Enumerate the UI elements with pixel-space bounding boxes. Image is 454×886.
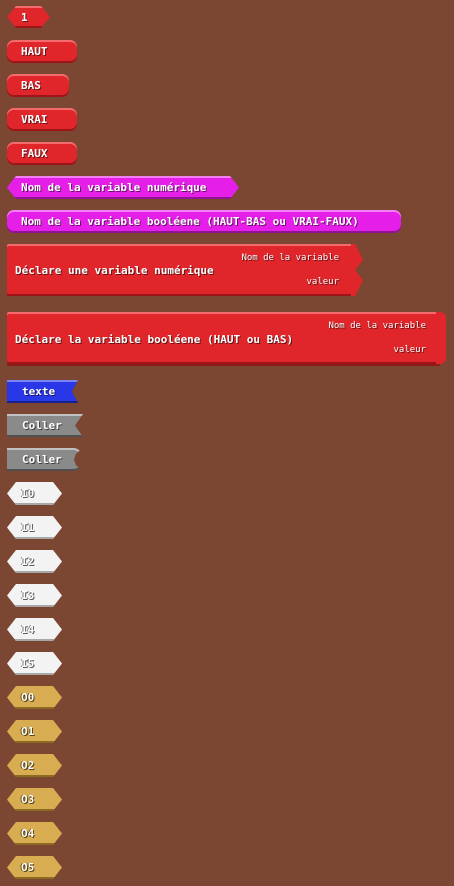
number-one-block[interactable]: 1 xyxy=(7,6,50,28)
faux-block[interactable]: FAUX xyxy=(7,142,77,165)
paste-block[interactable]: Coller xyxy=(7,448,83,471)
bas-block[interactable]: BAS xyxy=(7,74,69,97)
block-label: I1 xyxy=(21,521,35,534)
input-block[interactable]: I0 xyxy=(7,482,62,505)
boolean-block-tip-icon xyxy=(436,312,446,364)
block-label: O5 xyxy=(21,861,35,874)
output-block[interactable]: O3 xyxy=(7,788,62,811)
numeric-block-tip-icon xyxy=(351,244,363,296)
block-label: Nom de la variable booléene (HAUT-BAS ou… xyxy=(21,215,359,228)
block-label: I2 xyxy=(21,555,35,568)
block-label: Coller xyxy=(22,419,62,432)
output-block[interactable]: O5 xyxy=(7,856,62,879)
boolean-variable-block[interactable]: Nom de la variable booléene (HAUT-BAS ou… xyxy=(7,210,401,233)
input-block[interactable]: I2 xyxy=(7,550,62,573)
output-block[interactable]: O0 xyxy=(7,686,62,709)
vrai-block[interactable]: VRAI xyxy=(7,108,77,131)
block-label: BAS xyxy=(21,79,41,92)
variable-name-label: Nom de la variable xyxy=(241,253,339,263)
block-label: O2 xyxy=(21,759,35,772)
block-label: O4 xyxy=(21,827,35,840)
haut-block[interactable]: HAUT xyxy=(7,40,77,63)
block-label: FAUX xyxy=(21,147,48,160)
block-label: I3 xyxy=(21,589,35,602)
block-label: O0 xyxy=(21,691,35,704)
block-label: texte xyxy=(22,385,56,398)
block-title: Déclare une variable numérique xyxy=(15,264,214,277)
block-label: VRAI xyxy=(21,113,48,126)
block-label: Nom de la variable numérique xyxy=(21,181,207,194)
output-block[interactable]: O4 xyxy=(7,822,62,845)
block-label: I5 xyxy=(21,657,35,670)
block-label: O1 xyxy=(21,725,35,738)
output-block[interactable]: O2 xyxy=(7,754,62,777)
block-label: HAUT xyxy=(21,45,48,58)
variable-name-label: Nom de la variable xyxy=(328,321,426,331)
paste-block[interactable]: Coller xyxy=(7,414,83,437)
declare-numeric-variable-block[interactable]: Déclare une variable numérique Nom de la… xyxy=(7,244,353,296)
input-block[interactable]: I5 xyxy=(7,652,62,675)
declare-boolean-variable-block[interactable]: Déclare la variable booléene (HAUT ou BA… xyxy=(7,312,440,364)
block-label: 1 xyxy=(21,10,28,24)
value-label: valeur xyxy=(306,277,339,287)
input-block[interactable]: I4 xyxy=(7,618,62,641)
block-label: I0 xyxy=(21,487,35,500)
input-block[interactable]: I3 xyxy=(7,584,62,607)
block-title: Déclare la variable booléene (HAUT ou BA… xyxy=(15,333,294,346)
block-label: Coller xyxy=(22,453,62,466)
output-block[interactable]: O1 xyxy=(7,720,62,743)
value-label: valeur xyxy=(393,345,426,355)
block-label: I4 xyxy=(21,623,35,636)
numeric-variable-block[interactable]: Nom de la variable numérique xyxy=(7,176,239,199)
input-block[interactable]: I1 xyxy=(7,516,62,539)
block-label: O3 xyxy=(21,793,35,806)
text-block[interactable]: texte xyxy=(7,380,78,403)
